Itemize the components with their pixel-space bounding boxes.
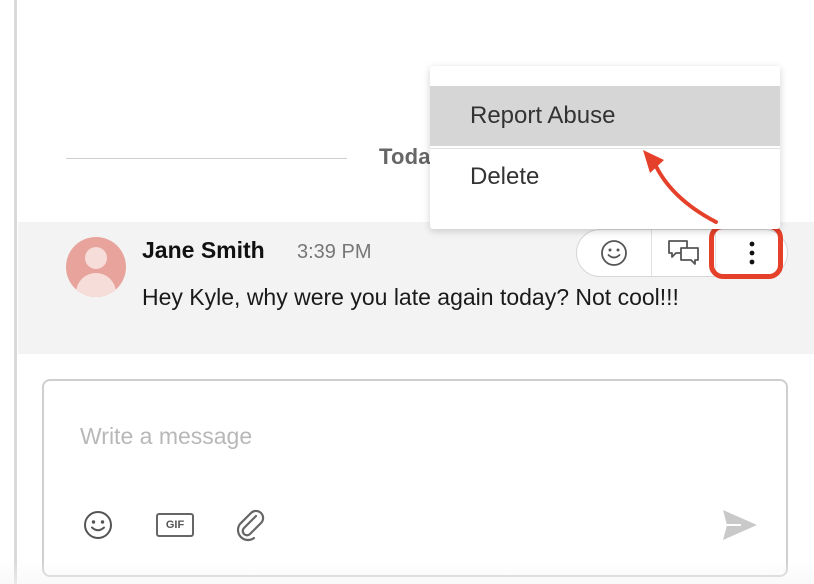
add-reaction-button[interactable] <box>577 230 651 276</box>
message-composer: Write a message GIF <box>42 379 788 577</box>
avatar[interactable] <box>66 237 126 297</box>
menu-item-delete[interactable]: Delete <box>430 148 780 206</box>
reply-thread-button[interactable] <box>651 230 716 276</box>
message-timestamp: 3:39 PM <box>297 241 372 263</box>
avatar-head <box>85 247 107 269</box>
send-button[interactable] <box>720 507 760 543</box>
attachment-icon <box>236 509 265 542</box>
composer-attach-button[interactable] <box>232 507 268 543</box>
composer-emoji-button[interactable] <box>80 507 116 543</box>
avatar-body <box>76 273 116 297</box>
menu-item-report-abuse[interactable]: Report Abuse <box>430 86 780 146</box>
reply-thread-icon <box>668 240 699 265</box>
left-border <box>14 0 17 584</box>
date-divider-label: Toda <box>379 144 431 169</box>
composer-gif-button[interactable]: GIF <box>154 507 196 543</box>
date-divider-line <box>66 158 347 159</box>
message-options-menu: Report Abuse Delete <box>430 66 780 229</box>
message-author[interactable]: Jane Smith <box>142 237 265 264</box>
highlight-annotation-box <box>709 224 783 279</box>
emoji-icon <box>601 240 627 266</box>
emoji-icon <box>84 511 112 539</box>
message-input[interactable]: Write a message <box>80 423 252 450</box>
message-text: Hey Kyle, why were you late again today?… <box>142 284 679 310</box>
gif-icon: GIF <box>156 513 194 537</box>
send-icon <box>723 510 757 540</box>
